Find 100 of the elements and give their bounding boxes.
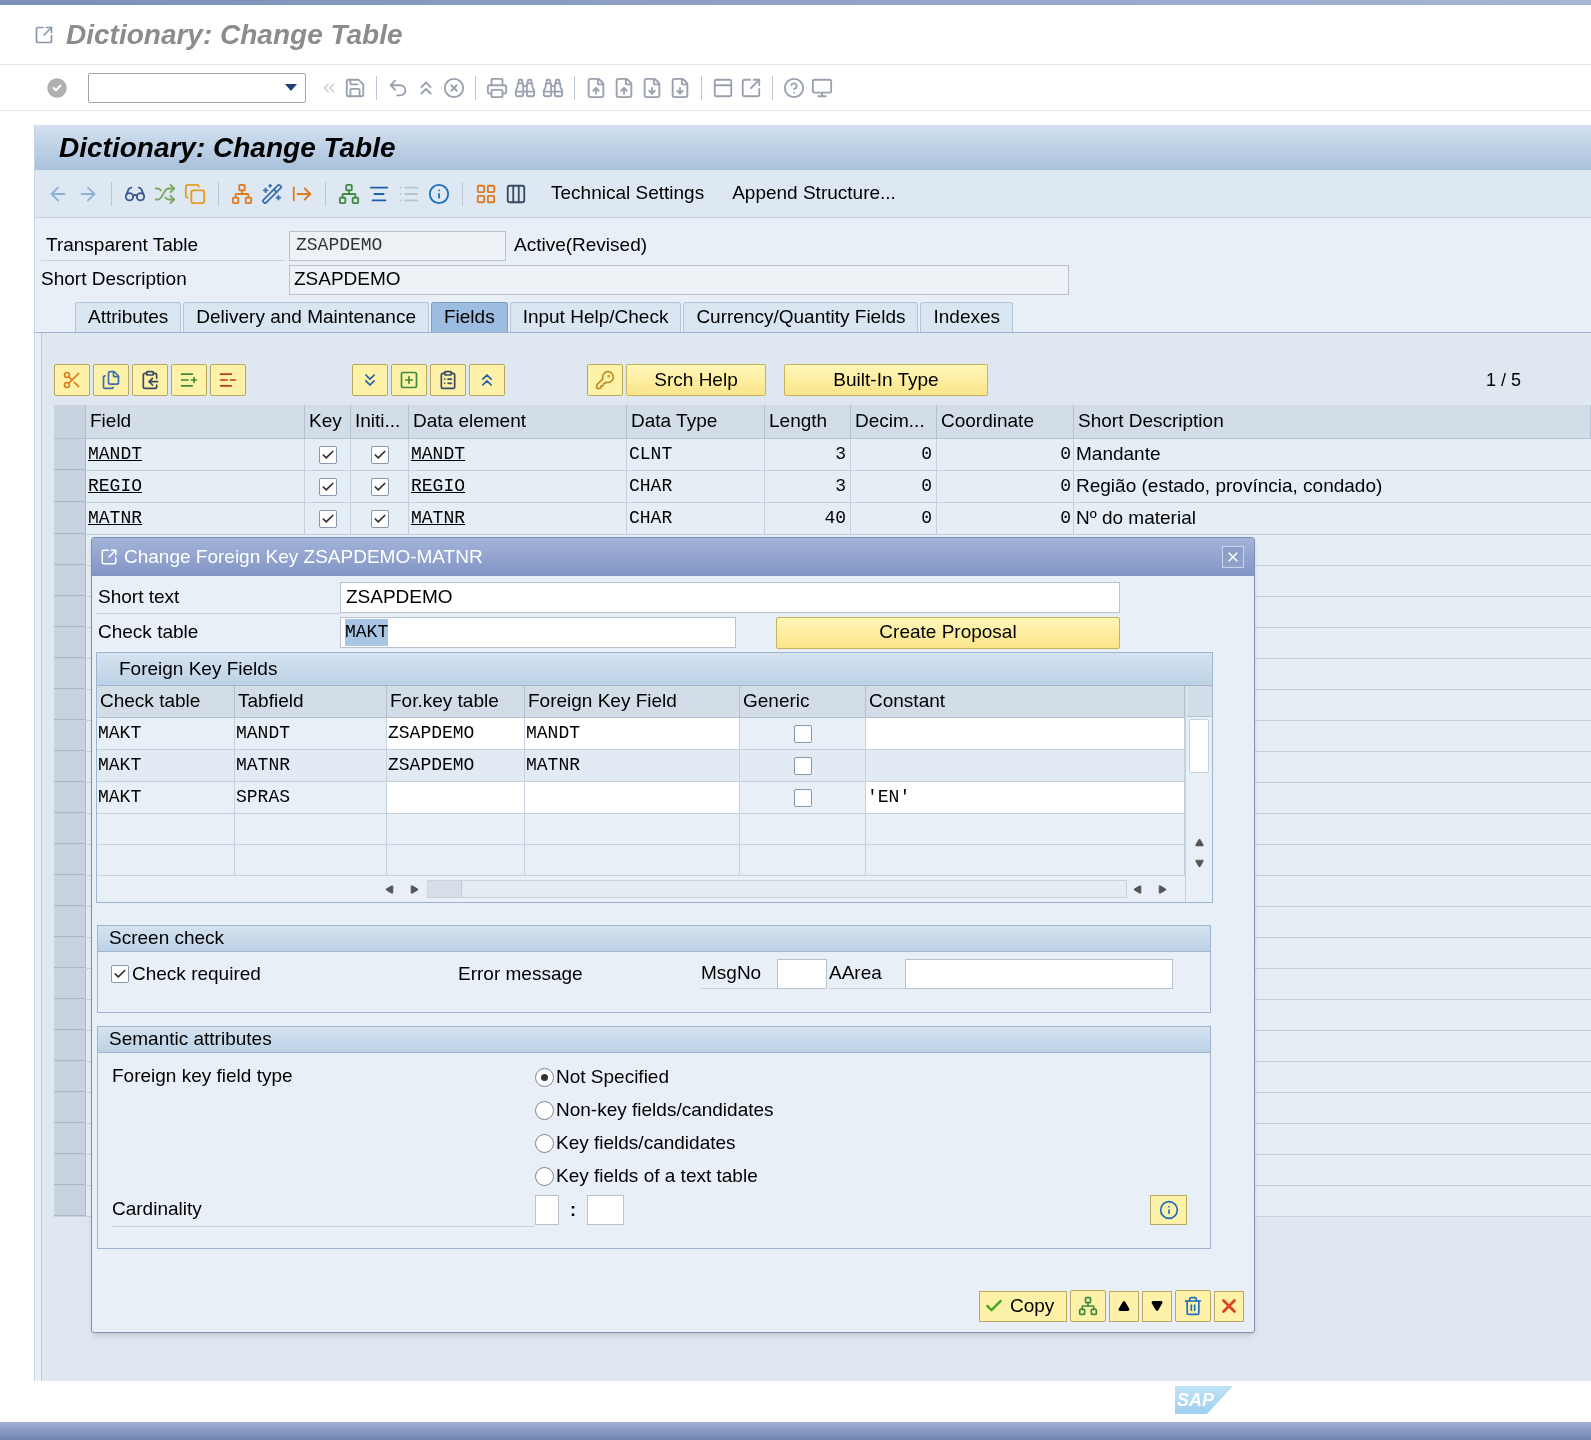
row-selector[interactable]	[54, 721, 86, 751]
move-up-button[interactable]	[1109, 1290, 1139, 1322]
row-selector[interactable]	[54, 907, 86, 937]
scroll-up-icon[interactable]	[1194, 838, 1204, 847]
row-selector[interactable]	[54, 1155, 86, 1185]
checkbox[interactable]	[793, 788, 812, 807]
checkbox[interactable]	[318, 445, 337, 464]
row-selector[interactable]	[54, 439, 86, 470]
row-selector[interactable]	[54, 1031, 86, 1061]
chevrons-down-button[interactable]	[352, 364, 388, 396]
magic-wand-icon[interactable]	[261, 182, 283, 205]
chevrons-up-button[interactable]	[469, 364, 505, 396]
radio-label[interactable]: Key fields of a text table	[556, 1162, 758, 1191]
help-icon[interactable]	[783, 76, 805, 99]
save-icon[interactable]	[344, 76, 366, 99]
row-selector[interactable]	[54, 1062, 86, 1092]
column-header[interactable]: Data element	[409, 405, 627, 438]
tab[interactable]: Delivery and Maintenance	[183, 302, 429, 332]
field-link[interactable]: MATNR	[86, 503, 305, 534]
binoculars-icon[interactable]	[542, 76, 564, 99]
radio-button[interactable]	[535, 1101, 554, 1120]
tab[interactable]: Indexes	[920, 302, 1013, 332]
column-header[interactable]: Length	[765, 405, 851, 438]
checkbox[interactable]	[111, 965, 129, 983]
cardinality-field[interactable]	[535, 1195, 559, 1225]
copy-button[interactable]: Copy	[979, 1290, 1067, 1322]
grid-icon[interactable]	[475, 182, 497, 205]
row-selector[interactable]	[54, 566, 86, 596]
row-selector[interactable]	[54, 535, 86, 565]
row-selector[interactable]	[54, 876, 86, 906]
window-icon[interactable]	[712, 76, 734, 99]
delete-row-button[interactable]	[210, 364, 246, 396]
column-header[interactable]: Check table	[97, 686, 235, 717]
insert-row-button[interactable]	[171, 364, 207, 396]
checkbox[interactable]	[318, 477, 337, 496]
row-selector[interactable]	[54, 783, 86, 813]
hierarchy-button[interactable]	[1070, 1290, 1106, 1322]
clipboard-list-button[interactable]	[430, 364, 466, 396]
row-selector[interactable]	[54, 845, 86, 875]
checkbox-label[interactable]: Check required	[132, 959, 458, 989]
printer-icon[interactable]	[486, 76, 508, 99]
row-selector[interactable]	[54, 752, 86, 782]
checkbox[interactable]	[793, 756, 812, 775]
scroll-right-icon[interactable]	[410, 884, 419, 894]
row-selector[interactable]	[54, 814, 86, 844]
cancel-button[interactable]	[1214, 1290, 1244, 1322]
dropdown-caret-icon[interactable]	[285, 84, 297, 91]
horizontal-scrollbar[interactable]	[427, 880, 1127, 898]
close-button[interactable]	[1222, 546, 1244, 568]
data-element-link[interactable]: MANDT	[409, 439, 627, 470]
files-button[interactable]	[93, 364, 129, 396]
scroll-left-icon[interactable]	[385, 884, 394, 894]
binoculars-icon[interactable]	[514, 76, 536, 99]
column-header[interactable]: Coordinate	[937, 405, 1074, 438]
column-header[interactable]: Foreign Key Field	[525, 686, 740, 717]
column-header[interactable]: Tabfield	[235, 686, 387, 717]
column-settings-corner[interactable]	[1186, 686, 1212, 717]
data-element-link[interactable]: MATNR	[409, 503, 627, 534]
column-header[interactable]: Generic	[740, 686, 866, 717]
table-name-field[interactable]: ZSAPDEMO	[289, 230, 506, 261]
checkbox[interactable]	[793, 724, 812, 743]
row-selector[interactable]	[54, 1124, 86, 1154]
columns-icon[interactable]	[505, 182, 527, 205]
row-selector[interactable]	[54, 471, 86, 502]
toolbar-button[interactable]: Append Structure...	[728, 179, 900, 208]
column-header[interactable]: Initi...	[351, 405, 409, 438]
built-in-type-button[interactable]: Built-In Type	[784, 364, 988, 396]
row-selector[interactable]	[54, 597, 86, 627]
column-header[interactable]: Short Description	[1074, 405, 1591, 438]
checkbox[interactable]	[370, 477, 389, 496]
row-selector[interactable]	[54, 1000, 86, 1030]
square-plus-button[interactable]	[391, 364, 427, 396]
checkbox[interactable]	[370, 445, 389, 464]
monitor-icon[interactable]	[811, 76, 833, 99]
check-table-field[interactable]: MAKT	[340, 617, 736, 648]
row-selector[interactable]	[54, 659, 86, 689]
cancel-icon[interactable]	[443, 76, 465, 99]
radio-label[interactable]: Key fields/candidates	[556, 1129, 736, 1158]
tree-icon[interactable]	[338, 182, 360, 205]
command-field[interactable]	[88, 72, 306, 103]
radio-button[interactable]	[535, 1167, 554, 1186]
search-help-button[interactable]: Srch Help	[626, 364, 766, 396]
row-selector[interactable]	[54, 938, 86, 968]
scrollbar-thumb[interactable]	[1189, 719, 1209, 773]
column-header[interactable]: Data Type	[627, 405, 765, 438]
shuffle-icon[interactable]	[154, 182, 176, 205]
row-selector[interactable]	[54, 1093, 86, 1123]
row-selector[interactable]	[54, 1186, 86, 1216]
radio-label[interactable]: Non-key fields/candidates	[556, 1096, 774, 1125]
row-selector[interactable]	[54, 969, 86, 999]
scroll-down-icon[interactable]	[1194, 859, 1204, 868]
column-header[interactable]: Decim...	[851, 405, 937, 438]
tab[interactable]: Currency/Quantity Fields	[683, 302, 919, 332]
hierarchy-icon[interactable]	[231, 182, 253, 205]
area-field[interactable]	[905, 959, 1173, 989]
row-selector[interactable]	[54, 503, 86, 534]
trash-button[interactable]	[1175, 1290, 1211, 1322]
info-icon[interactable]	[428, 182, 450, 205]
vertical-scrollbar[interactable]	[1185, 686, 1212, 902]
message-number-field[interactable]	[777, 959, 827, 989]
